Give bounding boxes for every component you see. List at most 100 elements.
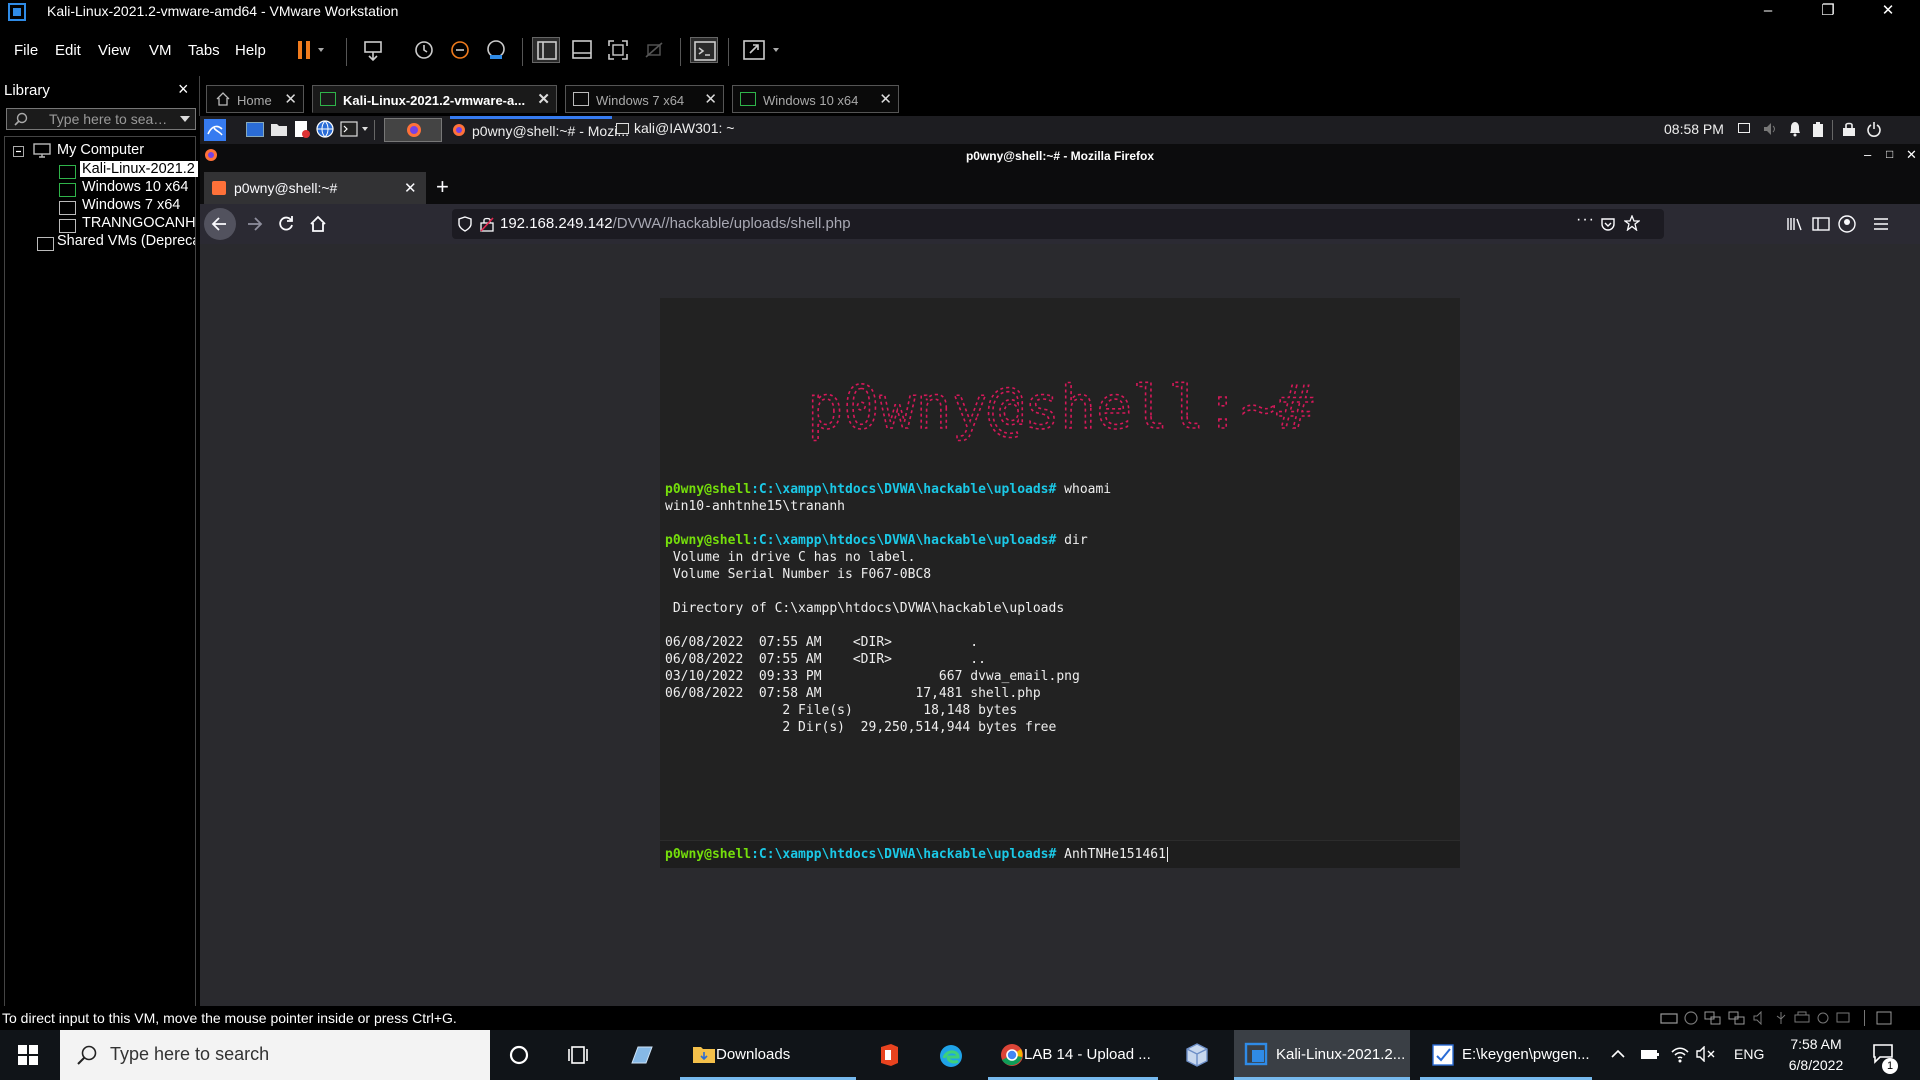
guest-display[interactable]: p0wny@shell:~# - Mozi... kali@IAW301: ~ …: [200, 116, 1920, 1006]
url-bar[interactable]: 192.168.249.142/DVWA//hackable/uploads/s…: [452, 209, 1664, 239]
insecure-lock-icon[interactable]: [480, 216, 494, 232]
stretch-guest-icon[interactable]: [740, 37, 786, 63]
tree-vm-win7[interactable]: Windows 7 x64: [82, 197, 180, 213]
tab-windows10[interactable]: Windows 10 x64 ✕: [732, 85, 899, 113]
send-ctrl-alt-del-icon[interactable]: [360, 37, 388, 63]
collapse-icon[interactable]: [13, 146, 24, 157]
panel-clock[interactable]: 08:58 PM: [1664, 121, 1724, 137]
page-actions-icon[interactable]: ···: [1576, 211, 1595, 229]
pocket-icon[interactable]: [1600, 216, 1616, 232]
bookmark-star-icon[interactable]: [1624, 215, 1640, 231]
sidebar-icon[interactable]: [1812, 216, 1830, 232]
hard-disk-icon[interactable]: [1660, 1011, 1678, 1025]
terminal-icon[interactable]: [340, 121, 370, 137]
close-icon[interactable]: ✕: [704, 90, 717, 108]
taskbar-search-box[interactable]: Type here to search: [60, 1030, 490, 1080]
show-library-icon[interactable]: [532, 37, 560, 63]
cd-dvd-icon[interactable]: [1684, 1011, 1698, 1025]
restore-button[interactable]: ❐: [1798, 0, 1858, 24]
pause-icon[interactable]: [294, 37, 324, 63]
reload-button[interactable]: [270, 208, 302, 240]
thumbnail-bar-icon[interactable]: [568, 37, 596, 63]
tab-windows7[interactable]: Windows 7 x64 ✕: [565, 85, 724, 113]
task-view-icon[interactable]: [568, 1044, 592, 1066]
tree-vm-win10[interactable]: Windows 10 x64: [82, 179, 188, 195]
battery-icon[interactable]: [1640, 1046, 1660, 1062]
close-button[interactable]: ✕: [1858, 0, 1918, 24]
library-search-input[interactable]: Type here to sea…: [6, 108, 196, 130]
printer-icon[interactable]: [1794, 1011, 1810, 1025]
shell-command-row[interactable]: p0wny@shell:C:\xampp\htdocs\DVWA\hackabl…: [660, 840, 1460, 868]
network-adapter-icon[interactable]: [1704, 1011, 1722, 1025]
firefox-tab-active[interactable]: p0wny@shell:~# ✕: [204, 172, 426, 204]
console-view-icon[interactable]: [690, 37, 718, 63]
menu-tabs[interactable]: Tabs: [188, 42, 220, 59]
tree-vm-trannguyen[interactable]: TRANNGOCANH-: [82, 215, 196, 231]
tab-kali[interactable]: Kali-Linux-2021.2-vmware-a... ✕: [312, 85, 557, 113]
panel-task-terminal[interactable]: kali@IAW301: ~: [614, 116, 774, 144]
taskbar-app-notepad[interactable]: E:\keygen\pwgen...: [1420, 1030, 1592, 1080]
tree-my-computer[interactable]: My Computer: [57, 142, 144, 158]
usb-icon[interactable]: [1774, 1011, 1788, 1025]
cortana-icon[interactable]: [508, 1044, 530, 1066]
home-button[interactable]: [302, 208, 334, 240]
display-device-icon[interactable]: [1836, 1011, 1850, 1025]
menu-file[interactable]: File: [14, 42, 38, 59]
lock-icon[interactable]: [1842, 121, 1856, 137]
usb-device-icon[interactable]: [1816, 1011, 1830, 1025]
close-icon[interactable]: ✕: [879, 90, 892, 108]
notification-bell-icon[interactable]: [1788, 121, 1802, 137]
snapshot-manager-icon[interactable]: [482, 37, 510, 63]
account-icon[interactable]: [1838, 215, 1856, 233]
edge-icon[interactable]: [938, 1043, 964, 1069]
menu-vm[interactable]: VM: [149, 42, 172, 59]
back-button[interactable]: [204, 208, 236, 240]
taskbar-app-vmware[interactable]: Kali-Linux-2021.2...: [1234, 1030, 1410, 1080]
panel-task-firefox[interactable]: p0wny@shell:~# - Mozi...: [450, 116, 629, 144]
menu-edit[interactable]: Edit: [55, 42, 81, 59]
new-tab-button[interactable]: +: [436, 174, 449, 200]
menu-help[interactable]: Help: [235, 42, 266, 59]
folder-icon[interactable]: [270, 121, 288, 137]
windows-start-icon[interactable]: [18, 1045, 38, 1065]
display-icon[interactable]: [1738, 123, 1750, 133]
forward-button[interactable]: [238, 208, 270, 240]
chevron-up-icon[interactable]: [1610, 1046, 1626, 1062]
virtualbox-icon[interactable]: [1184, 1042, 1210, 1068]
minimize-button[interactable]: –: [1738, 0, 1798, 24]
menu-view[interactable]: View: [98, 42, 130, 59]
library-close-button[interactable]: ×: [178, 79, 189, 100]
message-log-icon[interactable]: [1876, 1011, 1892, 1025]
power-icon[interactable]: [1866, 121, 1882, 137]
tab-home[interactable]: Home ✕: [206, 85, 304, 113]
volume-icon[interactable]: [1762, 121, 1778, 137]
language-indicator[interactable]: ENG: [1734, 1046, 1764, 1062]
chevron-down-icon[interactable]: [179, 114, 191, 124]
office-icon[interactable]: [878, 1043, 900, 1067]
kali-menu-icon[interactable]: [204, 119, 226, 141]
close-icon[interactable]: ✕: [537, 90, 550, 108]
wifi-icon[interactable]: [1670, 1045, 1690, 1063]
library-icon[interactable]: [1786, 216, 1804, 232]
text-editor-icon[interactable]: [294, 120, 310, 138]
battery-icon[interactable]: [1812, 121, 1824, 138]
close-tab-icon[interactable]: ✕: [404, 179, 417, 197]
firefox-launcher-icon[interactable]: [384, 118, 442, 142]
hamburger-menu-icon[interactable]: [1872, 216, 1890, 232]
full-screen-icon[interactable]: [604, 37, 632, 63]
network-adapter-2-icon[interactable]: [1728, 1011, 1746, 1025]
close-button[interactable]: ✕: [1906, 147, 1917, 163]
app-notes-icon[interactable]: [628, 1043, 656, 1067]
taskbar-time[interactable]: 7:58 AM: [1786, 1036, 1846, 1052]
close-icon[interactable]: ✕: [284, 90, 297, 108]
tree-vm-kali[interactable]: Kali-Linux-2021.2: [80, 161, 198, 177]
shell-command-input[interactable]: AnhTNHe151461: [1064, 847, 1166, 862]
sound-card-icon[interactable]: [1752, 1011, 1768, 1025]
taskbar-app-chrome[interactable]: LAB 14 - Upload ...: [988, 1030, 1158, 1080]
taskbar-date[interactable]: 6/8/2022: [1782, 1057, 1850, 1073]
browser-globe-icon[interactable]: [316, 120, 334, 138]
snapshot-icon[interactable]: [410, 37, 438, 63]
shield-icon[interactable]: [458, 216, 472, 232]
tree-shared-vms[interactable]: Shared VMs (Deprecated): [57, 233, 195, 249]
revert-snapshot-icon[interactable]: [446, 37, 474, 63]
